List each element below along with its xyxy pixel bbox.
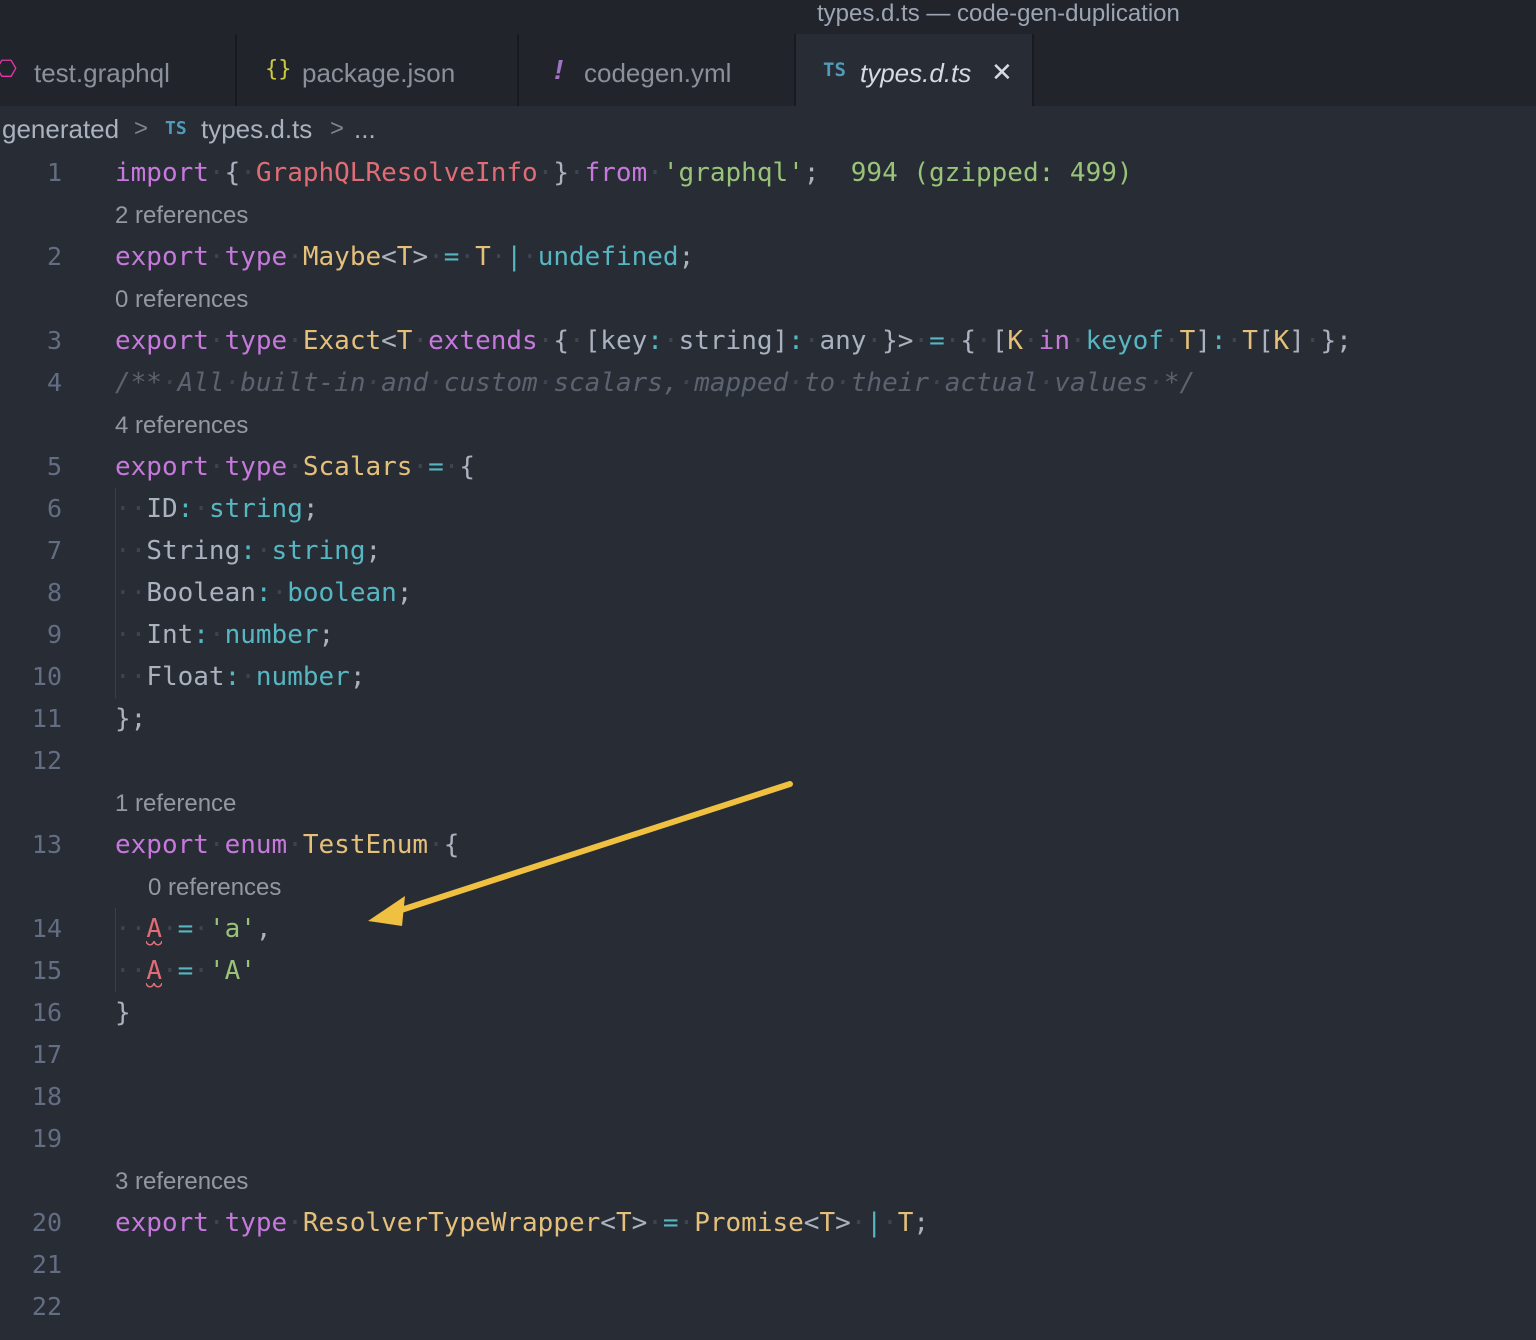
annotation-arrow-icon	[368, 781, 793, 926]
